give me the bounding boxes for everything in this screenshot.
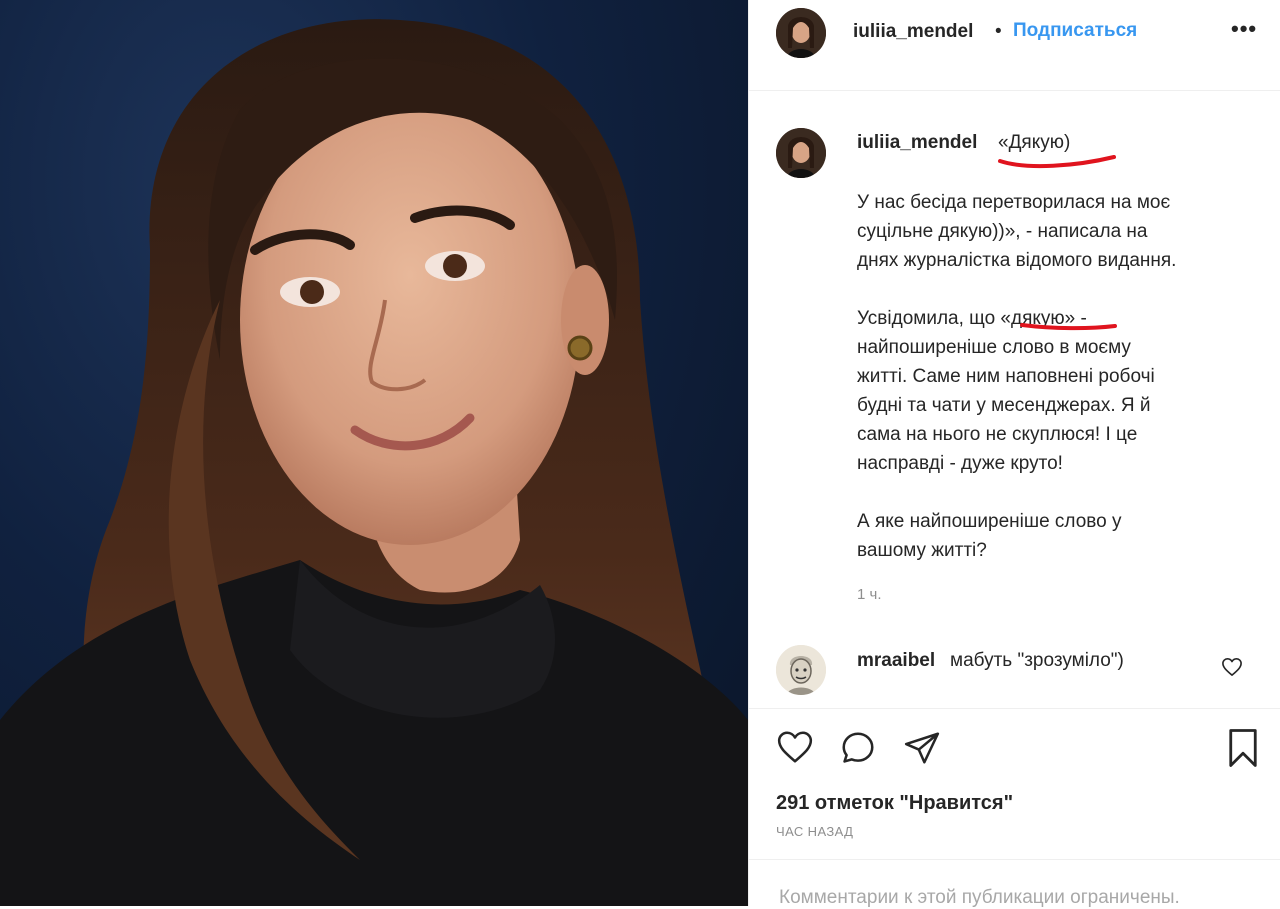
caption-line: днях журналістка відомого видання.: [857, 250, 1177, 271]
comments-restricted-notice: Комментарии к этой публикации ограничены…: [749, 859, 1280, 908]
caption-line: А яке найпоширеніше слово у: [857, 511, 1122, 532]
caption-line: вашому житті?: [857, 540, 987, 561]
caption-timestamp[interactable]: 1 ч.: [857, 586, 882, 603]
caption-line: сама на нього не скуплюся! І це: [857, 424, 1138, 445]
author-avatar[interactable]: [776, 8, 826, 58]
caption-first-line: «Дякую): [998, 132, 1071, 153]
post-header: iuliia_mendel • Подписаться •••: [749, 0, 1280, 91]
portrait-illustration: [0, 19, 748, 906]
commenter-avatar[interactable]: [776, 645, 826, 695]
comment-bubble-icon[interactable]: [839, 729, 877, 767]
share-paper-plane-icon[interactable]: [903, 729, 941, 767]
caption-line: насправді - дуже круто!: [857, 453, 1063, 474]
red-underline-mark: [998, 155, 1116, 169]
header-separator: •: [995, 21, 1002, 42]
caption-username[interactable]: iuliia_mendel: [857, 132, 977, 154]
post-panel: iuliia_mendel • Подписаться ••• iuliia_m…: [748, 0, 1280, 908]
caption-line: суцільне дякую))», - написала на: [857, 221, 1148, 242]
like-heart-icon[interactable]: [776, 729, 814, 765]
caption-line: найпоширеніше слово в моєму: [857, 337, 1131, 358]
caption-line: У нас бесіда перетворилася на моє: [857, 192, 1171, 213]
caption-text: У нас бесіда перетворилася на моє суціль…: [857, 188, 1247, 565]
caption-author-avatar[interactable]: [776, 128, 826, 178]
post-photo[interactable]: [0, 0, 748, 906]
post-time-ago[interactable]: ЧАС НАЗАД: [776, 824, 853, 839]
follow-button[interactable]: Подписаться: [1013, 20, 1137, 42]
save-bookmark-icon[interactable]: [1225, 727, 1261, 769]
caption-line: житті. Саме ним наповнені робочі: [857, 366, 1155, 387]
caption-line: будні та чати у месенджерах. Я й: [857, 395, 1151, 416]
more-options-icon[interactable]: •••: [1231, 16, 1257, 42]
likes-count[interactable]: 291 отметок "Нравится": [776, 792, 1013, 815]
comment-like-icon[interactable]: [1221, 657, 1243, 677]
header-username[interactable]: iuliia_mendel: [853, 21, 973, 43]
red-underline-mark: [1020, 323, 1117, 331]
comment-username[interactable]: mraaibel: [857, 650, 935, 672]
post-actions: 291 отметок "Нравится" ЧАС НАЗАД Коммент…: [749, 708, 1280, 908]
comment-text: мабуть "зрозуміло"): [950, 650, 1124, 671]
